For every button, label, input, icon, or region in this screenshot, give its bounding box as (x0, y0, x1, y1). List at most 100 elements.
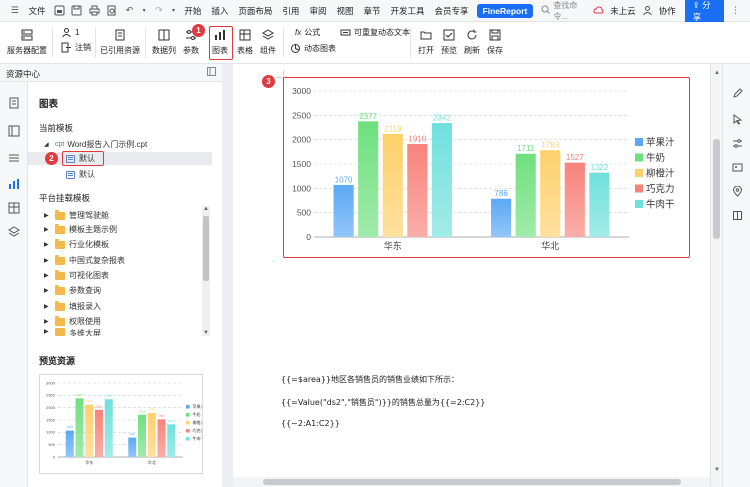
folder-row[interactable]: ▶ 填报录入 (28, 300, 212, 313)
filter-icon[interactable] (8, 152, 20, 164)
tab-review[interactable]: 审阅 (304, 5, 331, 17)
platform-template-label: 平台挂载模板 (39, 193, 91, 203)
user-indicator[interactable]: 1 (61, 27, 79, 38)
folder-row[interactable]: ▶ 参数查询 (28, 284, 212, 297)
undo-dropdown-icon[interactable]: ▾ (141, 5, 147, 17)
preview-button[interactable]: 预览 (441, 28, 457, 56)
grid-table-icon[interactable] (8, 202, 20, 214)
folder-row[interactable]: ▶ 权限使用 (28, 315, 212, 328)
bar-牛肉干 (104, 399, 113, 457)
hamburger-menu-icon[interactable]: ☰ (9, 5, 21, 17)
pen-icon[interactable] (732, 88, 743, 99)
logout-button[interactable]: 注销 (61, 42, 91, 53)
chart-panel-icon[interactable] (8, 178, 20, 190)
chart-item[interactable]: 默认 (28, 168, 212, 181)
ribbon-separator (95, 28, 96, 58)
refresh-button[interactable]: 刷新 (464, 28, 480, 56)
tab-start[interactable]: 开始 (179, 5, 206, 17)
folder-label: 中国式复杂报表 (69, 256, 125, 265)
folder-row[interactable]: ▶ 可视化图表 (28, 269, 212, 282)
save-icon[interactable] (71, 5, 83, 17)
redo-icon[interactable]: ↷ (153, 5, 165, 17)
book-icon[interactable] (732, 210, 743, 221)
location-icon[interactable] (732, 186, 743, 197)
more-dropdown-icon[interactable]: ▾ (171, 5, 177, 17)
layers-icon[interactable] (8, 226, 20, 238)
collapsed-triangle-icon[interactable]: ▶ (44, 328, 50, 335)
horizontal-scroll-thumb[interactable] (263, 479, 681, 485)
tab-reference[interactable]: 引用 (277, 5, 304, 17)
document-icon[interactable] (8, 97, 20, 109)
folder-label: 填报录入 (69, 302, 101, 311)
command-search[interactable]: 查找命令... (541, 0, 590, 22)
cursor-icon[interactable] (732, 114, 743, 125)
save-button[interactable]: 保存 (487, 28, 503, 56)
layout-icon[interactable] (8, 125, 20, 137)
folder-row[interactable]: ▶ 中国式复杂报表 (28, 254, 212, 267)
home-icon[interactable] (54, 5, 66, 17)
print-icon[interactable] (89, 5, 101, 17)
tab-insert[interactable]: 插入 (206, 5, 233, 17)
report-formula-line[interactable]: {{=$area}}地区各销售员的销售业绩如下所示： (281, 374, 459, 385)
scrollbar-thumb[interactable] (203, 216, 209, 281)
cited-resources-button[interactable]: 已引用资源 (100, 28, 140, 56)
dataset-button[interactable]: 数据列 (152, 28, 176, 56)
collapsed-triangle-icon[interactable]: ▶ (44, 318, 50, 325)
tab-page-layout[interactable]: 页面布局 (233, 5, 277, 17)
image-edit-icon[interactable] (732, 162, 743, 173)
scroll-down-icon[interactable]: ▼ (203, 330, 209, 336)
collapsed-triangle-icon[interactable]: ▶ (44, 287, 50, 294)
collapsed-triangle-icon[interactable]: ▶ (44, 212, 50, 219)
legend-label: 柳橙汁 (193, 419, 203, 425)
widget-button[interactable]: 组件 (260, 28, 276, 56)
folder-row[interactable]: ▶ 多维大屏 (28, 328, 212, 336)
dataset-label: 数据列 (152, 46, 176, 55)
expand-triangle-icon[interactable]: ◢ (44, 141, 50, 148)
undo-icon[interactable]: ↶ (124, 5, 136, 17)
scroll-up-icon[interactable]: ▲ (203, 206, 209, 212)
sliders-icon[interactable] (732, 138, 743, 149)
server-icon (21, 29, 33, 41)
tree-scrollbar[interactable]: ▲ ▼ (202, 206, 210, 336)
scroll-down-icon[interactable]: ▼ (714, 467, 720, 473)
collapse-icon[interactable] (207, 67, 216, 78)
more-options-icon[interactable]: ⋮ (730, 5, 741, 17)
tab-finereport[interactable]: FineReport (476, 3, 534, 18)
step-badge-3: 3 (262, 75, 275, 88)
collapsed-triangle-icon[interactable]: ▶ (44, 241, 50, 248)
search-placeholder: 查找命令... (553, 0, 578, 21)
repeatable-text-button[interactable]: 可重复动态文本 (340, 27, 410, 38)
tab-developer[interactable]: 开发工具 (385, 5, 429, 17)
collapsed-triangle-icon[interactable]: ▶ (44, 257, 50, 264)
tab-chapter[interactable]: 章节 (358, 5, 385, 17)
ribbon-separator (52, 28, 53, 58)
preview-doc-icon[interactable] (106, 5, 118, 17)
tab-member[interactable]: 会员专享 (430, 5, 474, 17)
vertical-scroll-thumb[interactable] (713, 139, 720, 239)
folder-row[interactable]: ▶ 模板主题示例 (28, 223, 212, 236)
folder-label: 模板主题示例 (69, 225, 117, 234)
formula-button[interactable]: fx 公式 (295, 27, 320, 38)
scroll-up-icon[interactable]: ▲ (714, 70, 720, 76)
report-formula-line[interactable]: {{=Value("ds2","销售员")}}的销售总量为{{=2:C2}} (281, 397, 485, 408)
tab-view[interactable]: 视图 (331, 5, 358, 17)
cloud-status[interactable]: 未上云 (607, 5, 639, 17)
canvas-vertical-scrollbar[interactable]: ▲ ▼ (710, 64, 722, 487)
collapsed-triangle-icon[interactable]: ▶ (44, 226, 50, 233)
collapsed-triangle-icon[interactable]: ▶ (44, 303, 50, 310)
folder-row[interactable]: ▶ 行业化模板 (28, 238, 212, 251)
server-config-button[interactable]: 服务器配置 (7, 28, 47, 56)
folder-row[interactable]: ▶ 管理驾驶舱 (28, 209, 212, 222)
table-button[interactable]: 表格 (237, 28, 253, 56)
chart-template-icon (66, 170, 75, 179)
selected-item-highlight (62, 151, 104, 166)
template-file-row[interactable]: ◢ cpt Word报告入门示例.cpt (28, 138, 212, 151)
dynamic-chart-button[interactable]: 动态图表 (290, 43, 336, 54)
collab-button[interactable]: 协作 (656, 5, 679, 17)
collapsed-triangle-icon[interactable]: ▶ (44, 272, 50, 279)
bar-苹果汁 (128, 437, 137, 457)
report-formula-line[interactable]: {{~2:A1:C2}} (281, 419, 340, 428)
open-button[interactable]: 打开 (418, 28, 434, 56)
canvas-horizontal-scrollbar[interactable] (233, 477, 710, 487)
menu-file[interactable]: 文件 (24, 5, 51, 17)
